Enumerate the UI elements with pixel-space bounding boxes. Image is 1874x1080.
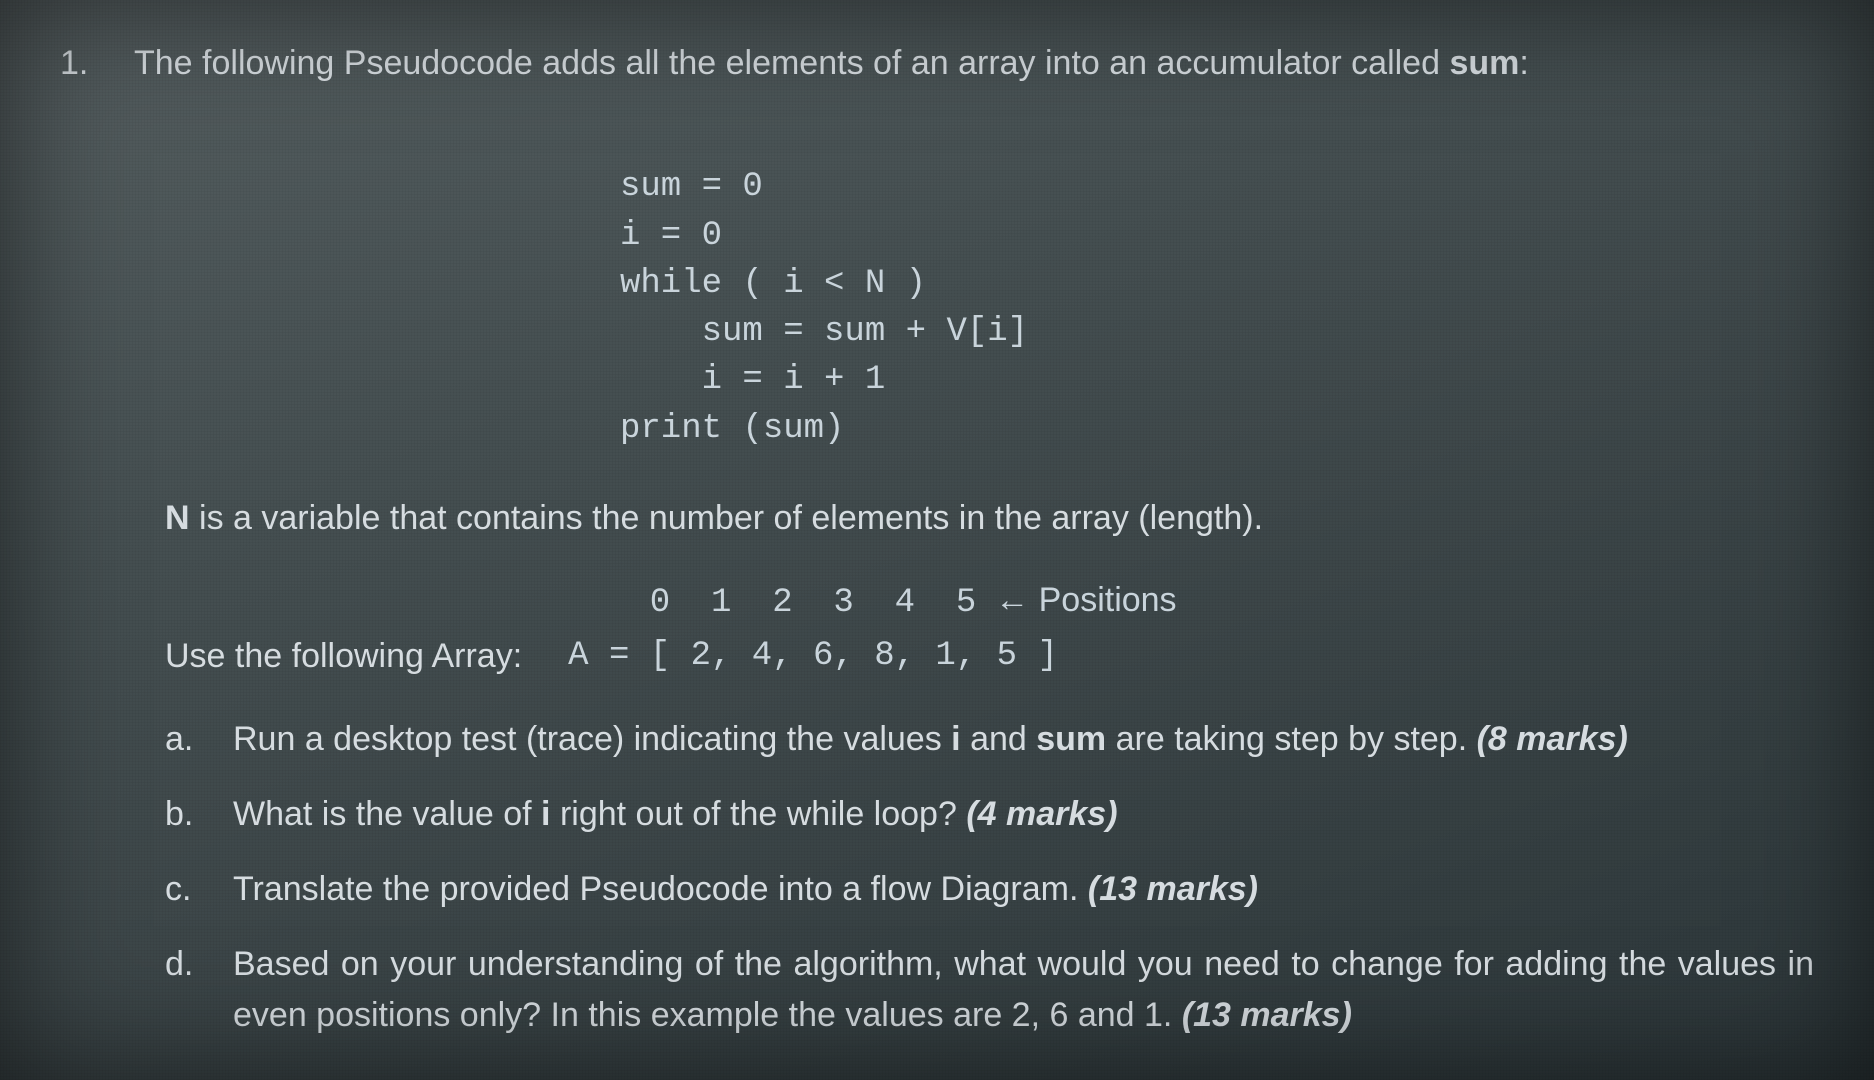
a-marks: (8 marks)	[1477, 720, 1628, 758]
sub-letter-d: d.	[165, 939, 207, 990]
sub-question-c: c. Translate the provided Pseudocode int…	[165, 864, 1814, 915]
intro-part1: The following Pseudocode adds all the el…	[134, 44, 1449, 82]
array-values: A = [ 2, 4, 6, 8, 1, 5 ]	[568, 637, 1058, 675]
c-text-1: Translate the provided Pseudocode into a…	[233, 870, 1088, 908]
question-text: The following Pseudocode adds all the el…	[134, 38, 1529, 89]
pseudocode-block: sum = 0 i = 0 while ( i < N ) sum = sum …	[620, 115, 1814, 453]
sub-letter-c: c.	[165, 864, 207, 915]
d-marks: (13 marks)	[1182, 996, 1352, 1034]
question-number: 1.	[60, 38, 106, 89]
a-bold-i: i	[951, 720, 960, 758]
intro-bold-sum: sum	[1449, 44, 1519, 82]
b-text-1: What is the value of	[233, 795, 541, 833]
arrow-left-icon: ←	[976, 581, 1029, 619]
code-line-6: print (sum)	[620, 410, 844, 448]
array-block: 0 1 2 3 4 5 ← Positions A = [ 2, 4, 6, 8…	[568, 574, 1176, 682]
code-line-4: sum = sum + V[i]	[620, 313, 1028, 351]
sub-question-a: a. Run a desktop test (trace) indicating…	[165, 714, 1814, 765]
b-text-2: right out of the while loop?	[551, 795, 967, 833]
code-line-1: sum = 0	[620, 168, 763, 206]
sub-letter-b: b.	[165, 789, 207, 840]
sub-letter-a: a.	[165, 714, 207, 765]
b-bold-i: i	[541, 795, 550, 833]
d-text-1: Based on your understanding of the algor…	[233, 945, 1814, 1034]
a-bold-sum: sum	[1036, 720, 1106, 758]
positions-digits: 0 1 2 3 4 5	[650, 584, 976, 622]
a-text-2: and	[961, 720, 1037, 758]
a-text-3: are taking step by step.	[1106, 720, 1476, 758]
n-description: N is a variable that contains the number…	[165, 493, 1814, 544]
b-marks: (4 marks)	[966, 795, 1117, 833]
sub-question-b: b. What is the value of i right out of t…	[165, 789, 1814, 840]
question-intro: 1. The following Pseudocode adds all the…	[60, 38, 1814, 89]
array-positions: 0 1 2 3 4 5 ← Positions	[568, 584, 1176, 622]
code-line-3: while ( i < N )	[620, 265, 926, 303]
n-bold: N	[165, 499, 190, 537]
code-line-5: i = i + 1	[620, 361, 885, 399]
intro-part2: :	[1519, 44, 1528, 82]
sub-question-d: d. Based on your understanding of the al…	[165, 939, 1814, 1041]
code-line-2: i = 0	[620, 217, 722, 255]
positions-word: Positions	[1029, 581, 1176, 619]
c-marks: (13 marks)	[1088, 870, 1258, 908]
a-text-1: Run a desktop test (trace) indicating th…	[233, 720, 951, 758]
array-label: Use the following Array:	[60, 631, 522, 682]
n-rest: is a variable that contains the number o…	[190, 499, 1263, 537]
